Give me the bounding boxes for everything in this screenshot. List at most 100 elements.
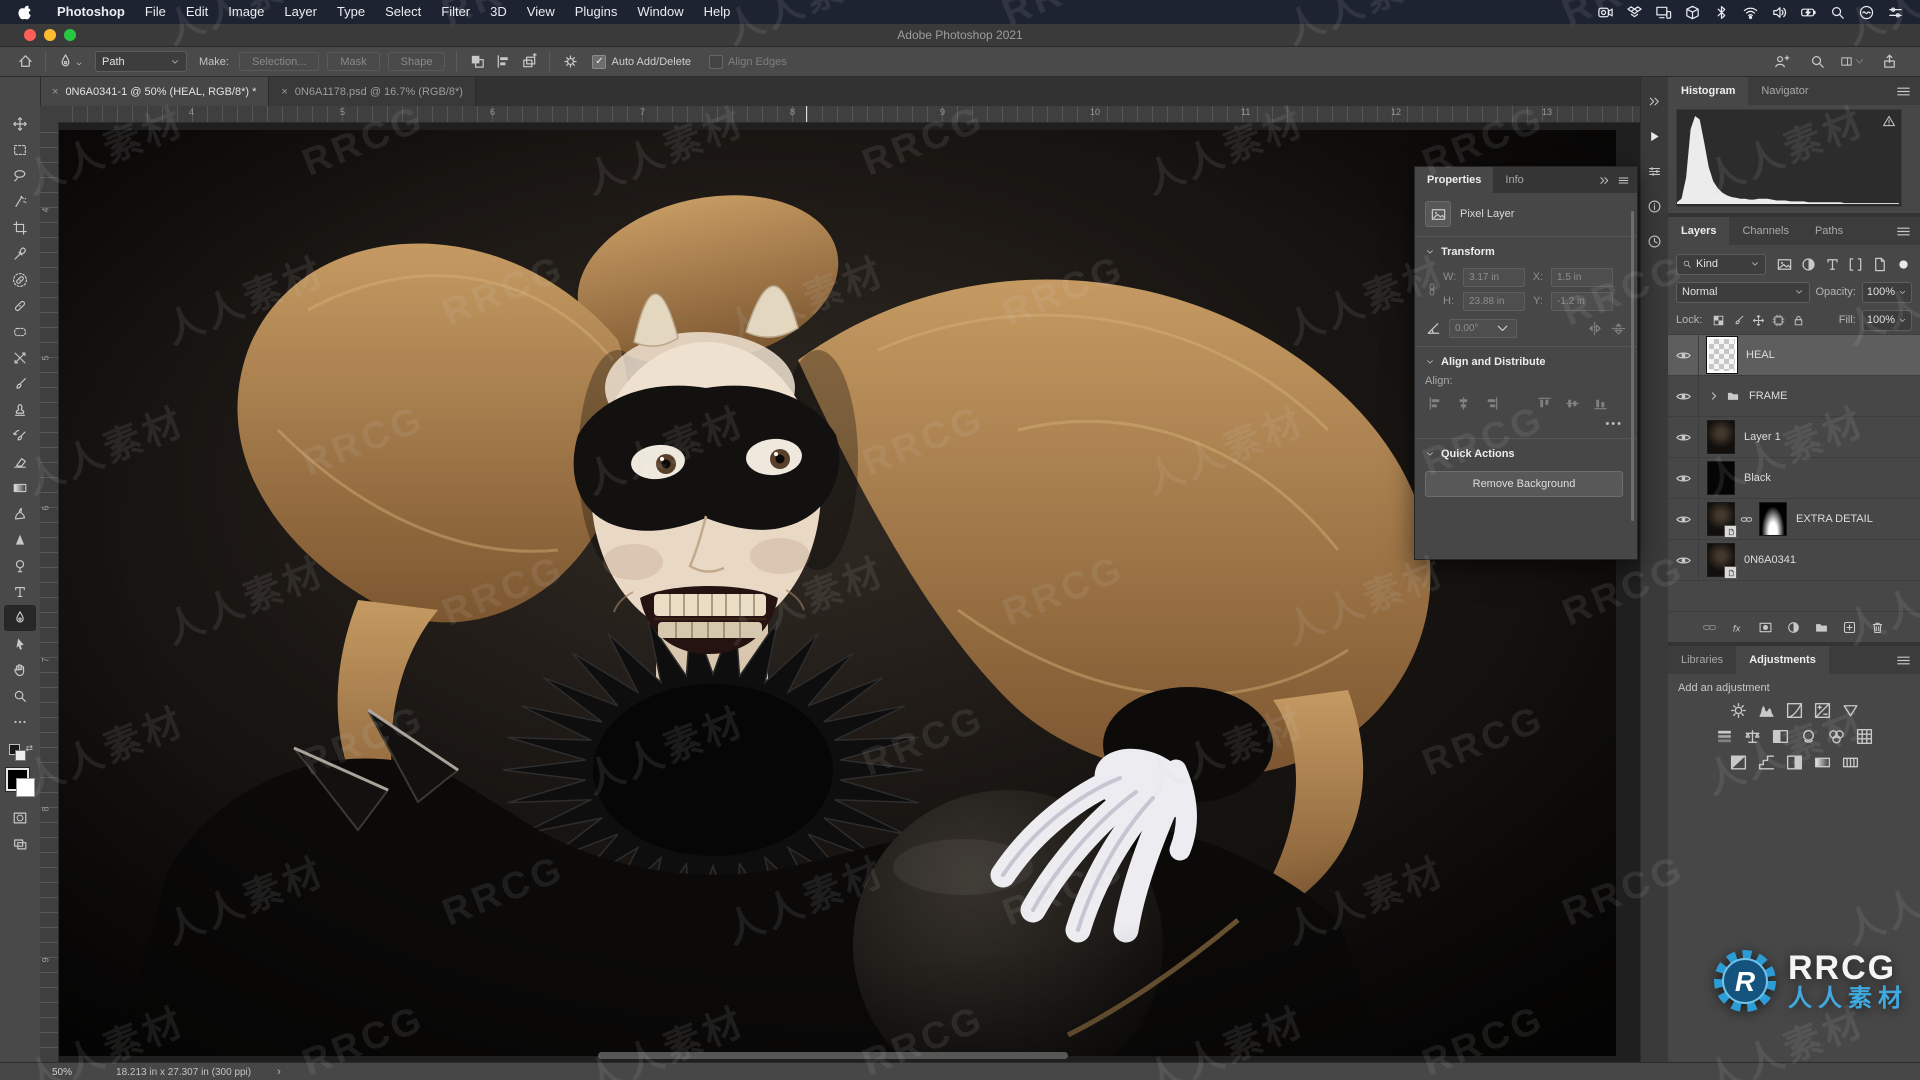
eyedropper-tool[interactable] xyxy=(4,241,36,267)
delete-layer-icon[interactable] xyxy=(1870,620,1885,635)
align-bottom-icon[interactable] xyxy=(1592,395,1609,412)
opacity-field[interactable]: 100% xyxy=(1861,281,1912,303)
vibrance-adjustment-icon[interactable] xyxy=(1841,701,1860,720)
filter-type-layers-icon[interactable] xyxy=(1824,256,1841,273)
clone-stamp-tool[interactable] xyxy=(4,397,36,423)
eraser-tool[interactable] xyxy=(4,449,36,475)
type-tool[interactable] xyxy=(4,579,36,605)
lock-transparency-icon[interactable] xyxy=(1712,314,1725,327)
channel-mixer-adjustment-icon[interactable] xyxy=(1827,727,1846,746)
layer-visibility-eye-icon[interactable] xyxy=(1668,499,1699,539)
panel-scrollbar[interactable] xyxy=(1631,211,1634,521)
tab-info[interactable]: Info xyxy=(1493,167,1535,193)
info-icon[interactable] xyxy=(1647,198,1662,216)
gradient-tool[interactable] xyxy=(4,475,36,501)
document-tab-2[interactable]: × 0N6A1178.psd @ 16.7% (RGB/8*) xyxy=(269,77,476,106)
photo-filter-adjustment-icon[interactable] xyxy=(1799,727,1818,746)
bluetooth-icon[interactable] xyxy=(1710,1,1732,23)
menu-image[interactable]: Image xyxy=(218,4,274,19)
align-top-icon[interactable] xyxy=(1536,395,1553,412)
filter-shape-layers-icon[interactable] xyxy=(1847,256,1864,273)
color-balance-adjustment-icon[interactable] xyxy=(1743,727,1762,746)
smudge-tool[interactable] xyxy=(4,501,36,527)
window-title-bar[interactable]: Adobe Photoshop 2021 xyxy=(0,24,1920,47)
mask-link-icon[interactable] xyxy=(1740,511,1754,528)
tab-channels[interactable]: Channels xyxy=(1729,217,1801,245)
menu-view[interactable]: View xyxy=(517,4,565,19)
apple-menu-icon[interactable] xyxy=(16,3,33,20)
y-field[interactable]: -1.2 in xyxy=(1551,291,1613,311)
layer-thumbnail[interactable] xyxy=(1707,461,1735,495)
screen-mode-toggle[interactable] xyxy=(4,831,36,857)
height-field[interactable]: 23.88 in xyxy=(1463,291,1525,311)
tab-properties[interactable]: Properties xyxy=(1415,167,1494,193)
vertical-ruler[interactable]: 4 5 6 7 8 9 xyxy=(40,122,59,1062)
ruler-corner[interactable] xyxy=(40,106,59,123)
tab-navigator[interactable]: Navigator xyxy=(1748,77,1821,105)
content-aware-move-tool[interactable] xyxy=(4,345,36,371)
hand-tool[interactable] xyxy=(4,657,36,683)
menu-layer[interactable]: Layer xyxy=(274,4,327,19)
make-mask-button[interactable]: Mask xyxy=(327,52,380,71)
new-adjustment-layer-icon[interactable] xyxy=(1786,620,1801,635)
x-field[interactable]: 1.5 in xyxy=(1551,267,1613,287)
path-operations-icon[interactable] xyxy=(464,51,490,73)
layer-name[interactable]: Layer 1 xyxy=(1744,431,1781,443)
foreground-background-colors[interactable] xyxy=(5,767,35,797)
tab-adjustments[interactable]: Adjustments xyxy=(1736,646,1829,674)
add-user-icon[interactable] xyxy=(1768,51,1794,73)
quick-mask-toggle[interactable] xyxy=(4,805,36,831)
layer-name[interactable]: FRAME xyxy=(1749,390,1788,402)
lasso-tool[interactable] xyxy=(4,163,36,189)
filter-pixel-layers-icon[interactable] xyxy=(1776,256,1793,273)
flip-horizontal-icon[interactable] xyxy=(1586,320,1603,337)
make-shape-button[interactable]: Shape xyxy=(387,52,446,71)
patch-tool[interactable] xyxy=(4,319,36,345)
menu-edit[interactable]: Edit xyxy=(176,4,218,19)
color-lookup-adjustment-icon[interactable] xyxy=(1855,727,1874,746)
dodge-tool[interactable] xyxy=(4,553,36,579)
zoom-tool[interactable] xyxy=(4,683,36,709)
spot-healing-brush-tool[interactable] xyxy=(4,267,36,293)
layer-name[interactable]: 0N6A0341 xyxy=(1744,554,1796,566)
layer-thumbnail[interactable] xyxy=(1707,420,1735,454)
layer-visibility-eye-icon[interactable] xyxy=(1668,458,1699,498)
wifi-icon[interactable] xyxy=(1739,1,1761,23)
posterize-adjustment-icon[interactable] xyxy=(1757,753,1776,772)
tool-mode-select[interactable]: Path xyxy=(95,51,187,72)
menu-select[interactable]: Select xyxy=(375,4,431,19)
history-icon[interactable] xyxy=(1647,233,1662,251)
move-tool[interactable] xyxy=(4,111,36,137)
make-selection-button[interactable]: Selection... xyxy=(238,52,320,71)
pen-tool[interactable] xyxy=(4,605,36,631)
edit-toolbar-tool[interactable] xyxy=(4,709,36,735)
menu-photoshop[interactable]: Photoshop xyxy=(47,4,135,19)
path-arrangement-icon[interactable] xyxy=(516,51,542,73)
menu-window[interactable]: Window xyxy=(627,4,693,19)
menu-help[interactable]: Help xyxy=(694,4,741,19)
document-tab-1[interactable]: × 0N6A0341-1 @ 50% (HEAL, RGB/8*) * xyxy=(40,77,270,106)
layer-row-heal[interactable]: HEAL xyxy=(1668,335,1920,376)
layer-filter-toggle[interactable] xyxy=(1895,256,1912,273)
horizontal-scrollbar[interactable] xyxy=(598,1052,1068,1059)
black-white-adjustment-icon[interactable] xyxy=(1771,727,1790,746)
menu-3d[interactable]: 3D xyxy=(480,4,517,19)
share-icon[interactable] xyxy=(1876,51,1902,73)
tab-histogram[interactable]: Histogram xyxy=(1668,77,1749,105)
brightness-contrast-adjustment-icon[interactable] xyxy=(1729,701,1748,720)
rectangular-marquee-tool[interactable] xyxy=(4,137,36,163)
align-v-center-icon[interactable] xyxy=(1564,395,1581,412)
gear-icon[interactable] xyxy=(557,51,583,73)
siri-icon[interactable] xyxy=(1855,1,1877,23)
collapse-panels-icon[interactable] xyxy=(1647,93,1662,111)
stage-manager-icon[interactable] xyxy=(1681,1,1703,23)
panel-menu-icon[interactable] xyxy=(1895,646,1920,674)
align-right-icon[interactable] xyxy=(1483,395,1500,412)
panel-menu-icon[interactable] xyxy=(1617,174,1630,187)
new-group-icon[interactable] xyxy=(1814,620,1829,635)
canvas-area[interactable] xyxy=(58,122,1640,1062)
levels-adjustment-icon[interactable] xyxy=(1757,701,1776,720)
spotlight-icon[interactable] xyxy=(1826,1,1848,23)
filter-kind-select[interactable]: Kind xyxy=(1676,253,1766,275)
path-alignment-icon[interactable] xyxy=(490,51,516,73)
